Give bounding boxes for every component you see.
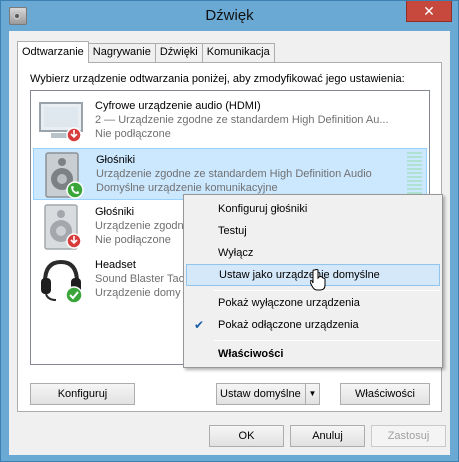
device-status: Nie podłączone — [95, 128, 171, 140]
monitor-icon — [39, 102, 83, 143]
disconnected-badge — [66, 233, 82, 249]
menu-item-disable[interactable]: Wyłącz — [186, 242, 440, 264]
title-bar[interactable]: Dźwięk ✕ — [1, 1, 458, 31]
device-status: Urządzenie domy — [95, 287, 181, 299]
set-default-split-button[interactable]: Ustaw domyślne ▼ — [216, 383, 320, 405]
speaker-icon — [45, 152, 84, 199]
phone-badge — [66, 181, 84, 199]
device-item-speakers-selected[interactable]: Głośniki Urządzenie zgodne ze standardem… — [33, 148, 427, 200]
cancel-button[interactable]: Anuluj — [290, 425, 365, 447]
volume-level-meter — [407, 152, 422, 196]
tab-strip: Odtwarzanie Nagrywanie Dźwięki Komunikac… — [17, 41, 275, 63]
apply-button[interactable]: Zastosuj — [371, 425, 446, 447]
menu-item-configure-speakers[interactable]: Konfiguruj głośniki — [186, 198, 440, 220]
menu-separator — [214, 290, 440, 291]
menu-item-show-disconnected[interactable]: ✔ Pokaż odłączone urządzenia — [186, 314, 440, 336]
device-status: Domyślne urządzenie komunikacyjne — [96, 182, 278, 194]
configure-button[interactable]: Konfiguruj — [30, 383, 135, 405]
tab-sounds[interactable]: Dźwięki — [154, 43, 203, 62]
chevron-down-icon[interactable]: ▼ — [305, 384, 319, 404]
close-button[interactable]: ✕ — [406, 1, 452, 22]
tab-recording[interactable]: Nagrywanie — [87, 43, 156, 62]
hand-cursor-icon — [310, 269, 326, 291]
tab-communications[interactable]: Komunikacja — [201, 43, 275, 62]
menu-item-show-disabled[interactable]: Pokaż wyłączone urządzenia — [186, 292, 440, 314]
menu-item-properties[interactable]: Właściwości — [186, 343, 440, 365]
device-item-hdmi[interactable]: Cyfrowe urządzenie audio (HDMI) 2 — Urzą… — [33, 95, 427, 147]
device-description: Urządzenie zgodne ze standardem High Def… — [96, 168, 372, 180]
set-default-label: Ustaw domyślne — [220, 388, 301, 400]
headset-icon — [41, 259, 83, 304]
tab-playback[interactable]: Odtwarzanie — [17, 41, 89, 63]
device-name: Głośniki — [95, 206, 135, 218]
default-check-badge — [65, 286, 83, 304]
device-name: Cyfrowe urządzenie audio (HDMI) — [95, 100, 261, 112]
window-title: Dźwięk — [205, 7, 254, 24]
device-name: Headset — [95, 259, 136, 271]
instruction-text: Wybierz urządzenie odtwarzania poniżej, … — [30, 73, 405, 85]
properties-button[interactable]: Właściwości — [340, 383, 430, 405]
ok-button[interactable]: OK — [209, 425, 284, 447]
device-status: Nie podłączone — [95, 234, 171, 246]
speaker-icon — [44, 204, 82, 250]
checkmark-icon: ✔ — [194, 318, 205, 332]
menu-item-test[interactable]: Testuj — [186, 220, 440, 242]
menu-item-label: Pokaż odłączone urządzenia — [218, 319, 359, 331]
menu-separator — [214, 340, 440, 341]
device-name: Głośniki — [96, 154, 136, 166]
device-description: Sound Blaster Tac — [95, 273, 185, 285]
device-description: 2 — Urządzenie zgodne ze standardem High… — [95, 114, 389, 126]
disconnected-badge — [66, 127, 82, 143]
